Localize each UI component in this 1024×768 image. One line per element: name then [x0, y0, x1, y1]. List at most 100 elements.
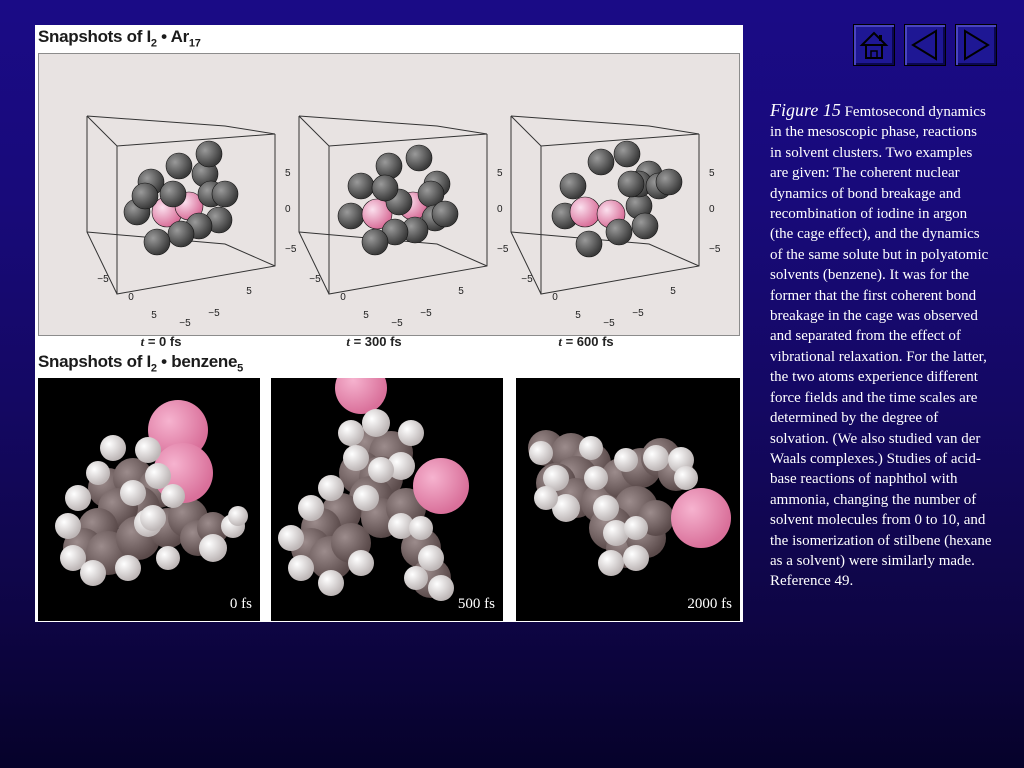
hydrogen-atom: [623, 545, 649, 571]
hydrogen-atom: [418, 545, 444, 571]
iodine-atom: [335, 378, 387, 414]
benzene-cluster-render: [528, 430, 731, 576]
tick-label: 5: [575, 310, 581, 321]
argon-snapshot-panel: 5 0 −5 −5 0 5 −5 5 −5 5 0 −5 −5 0 5 −5 5 −5 5 0 −5 −5 0 5 −5 5 −5 …: [38, 53, 740, 349]
benzene-snapshot-0: 0 fs: [38, 378, 260, 621]
benzene-cluster-render: [55, 400, 248, 586]
hydrogen-atom: [584, 466, 608, 490]
hydrogen-atom: [534, 486, 558, 510]
tick-label: 5: [497, 168, 503, 179]
hydrogen-atom: [643, 445, 669, 471]
argon-atom: [587, 148, 615, 176]
argon-atom: [337, 202, 365, 230]
tick-label: −5: [179, 318, 191, 329]
benzene-time-label: 500 fs: [457, 596, 495, 612]
tick-label: 5: [285, 168, 291, 179]
argon-cluster-plots: 5 0 −5 −5 0 5 −5 5 −5 5 0 −5 −5 0 5 −5 5 −5 5 0 −5 −5 0 5 −5 5 −5: [86, 115, 721, 329]
argon-atom: [167, 220, 195, 248]
hydrogen-atom: [398, 420, 424, 446]
tick-label: −5: [97, 274, 109, 285]
triangle-left-icon: [911, 29, 937, 61]
hydrogen-atom: [598, 550, 624, 576]
tick-label: 0: [552, 292, 558, 303]
tick-label: 0: [340, 292, 346, 303]
ar-header: Snapshots of I2 • Ar17: [38, 27, 201, 50]
hydrogen-atom: [228, 506, 248, 526]
argon-atom: [655, 168, 683, 196]
next-button[interactable]: [955, 24, 997, 66]
tick-label: −5: [521, 274, 533, 285]
hydrogen-atom: [135, 437, 161, 463]
hydrogen-atom: [115, 555, 141, 581]
hydrogen-atom: [593, 495, 619, 521]
argon-atom: [631, 212, 659, 240]
tick-label: −5: [709, 244, 721, 255]
home-icon: [859, 31, 889, 59]
tick-label: 5: [709, 168, 715, 179]
hydrogen-atom: [404, 566, 428, 590]
hydrogen-atom: [338, 420, 364, 446]
iodine-atom: [671, 488, 731, 548]
hydrogen-atom: [674, 466, 698, 490]
tick-label: −5: [309, 274, 321, 285]
hydrogen-atom: [140, 505, 166, 531]
time-label-600: t = 600 fs: [558, 334, 614, 349]
hydrogen-atom: [80, 560, 106, 586]
hydrogen-atom: [529, 441, 553, 465]
benzene-time-label: 2000 fs: [687, 596, 732, 612]
argon-atom: [165, 152, 193, 180]
hydrogen-atom: [624, 516, 648, 540]
hydrogen-atom: [353, 485, 379, 511]
hydrogen-atom: [579, 436, 603, 460]
benzene-cluster-render: [278, 378, 469, 601]
hydrogen-atom: [156, 546, 180, 570]
tick-label: −5: [391, 318, 403, 329]
hydrogen-atom: [298, 495, 324, 521]
argon-atom: [605, 218, 633, 246]
hydrogen-atom: [288, 555, 314, 581]
argon-atom: [361, 228, 389, 256]
prev-button[interactable]: [904, 24, 946, 66]
triangle-right-icon: [964, 29, 990, 61]
tick-label: −5: [420, 308, 432, 319]
hydrogen-atom: [318, 570, 344, 596]
hydrogen-atom: [100, 435, 126, 461]
hydrogen-atom: [161, 484, 185, 508]
cube-plot-0fs: 5 0 −5 −5 0 5 −5 5 −5: [86, 115, 297, 329]
hydrogen-atom: [86, 461, 110, 485]
argon-atom: [375, 152, 403, 180]
argon-atom: [405, 144, 433, 172]
argon-atom: [195, 140, 223, 168]
argon-atom: [431, 200, 459, 228]
figure-image: Snapshots of I2 • Ar17 5 0 −5 −5 0 5 −5 5 −5 5 0 −5…: [35, 25, 743, 622]
cube-plot-600fs: 5 0 −5 −5 0 5 −5 5 −5: [510, 115, 721, 329]
argon-atom: [575, 230, 603, 258]
benzene-snapshot-2000: 2000 fs: [516, 378, 740, 621]
tick-label: 5: [363, 310, 369, 321]
tick-label: 0: [497, 204, 503, 215]
hydrogen-atom: [199, 534, 227, 562]
tick-label: 5: [458, 286, 464, 297]
tick-label: 0: [128, 292, 134, 303]
hydrogen-atom: [278, 525, 304, 551]
hydrogen-atom: [428, 575, 454, 601]
hydrogen-atom: [145, 463, 171, 489]
time-label-300: t = 300 fs: [346, 334, 402, 349]
benzene-time-label: 0 fs: [229, 596, 252, 612]
argon-atom: [371, 174, 399, 202]
benzene-header: Snapshots of I2 • benzene5: [38, 352, 243, 375]
home-button[interactable]: [853, 24, 895, 66]
argon-atom: [613, 140, 641, 168]
argon-atom: [617, 170, 645, 198]
tick-label: 5: [670, 286, 676, 297]
tick-label: 5: [246, 286, 252, 297]
hydrogen-atom: [343, 445, 369, 471]
time-label-0: t = 0 fs: [140, 334, 182, 349]
cube-plot-300fs: 5 0 −5 −5 0 5 −5 5 −5: [298, 115, 509, 329]
tick-label: −5: [632, 308, 644, 319]
iodine-atom: [569, 196, 601, 228]
tick-label: 0: [285, 204, 291, 215]
tick-label: −5: [603, 318, 615, 329]
hydrogen-atom: [348, 550, 374, 576]
hydrogen-atom: [614, 448, 638, 472]
